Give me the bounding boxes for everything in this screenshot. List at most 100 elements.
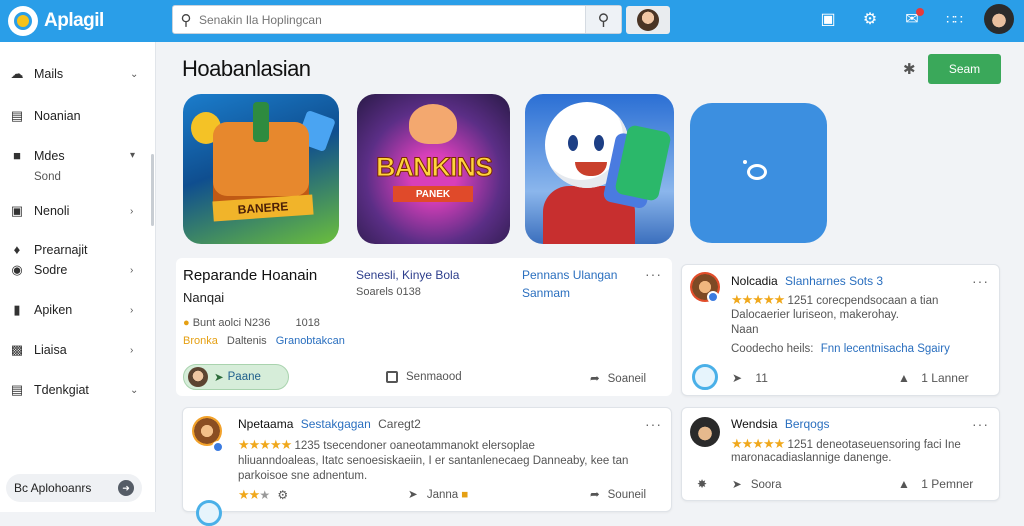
- sidebar-item-sodre[interactable]: ◉ Sodre ›: [0, 262, 150, 278]
- tile-art-shape: [253, 102, 269, 142]
- sidebar-item-label: Tdenkgiat: [34, 383, 89, 397]
- sidebar-item-label: Apiken: [34, 303, 73, 317]
- more-options-icon[interactable]: ···: [972, 416, 989, 432]
- game-tile-1[interactable]: BANERE: [183, 94, 339, 244]
- sidebar-item-mdes[interactable]: ■ Mdes ▾: [0, 148, 150, 163]
- sidebar-item-noanian[interactable]: ▤ Noanian: [0, 108, 150, 124]
- calendar-icon[interactable]: ▣: [816, 7, 840, 31]
- close-icon[interactable]: ✱: [903, 60, 916, 78]
- game-tile-3[interactable]: [525, 94, 674, 244]
- chevron-down-icon[interactable]: ▾: [130, 150, 150, 161]
- sidebar-item-label: Prearnajit: [34, 242, 88, 257]
- game-title[interactable]: Reparande Hoanain: [183, 267, 317, 284]
- search-button[interactable]: ⚲: [585, 6, 621, 33]
- sidebar-scrollbar[interactable]: [151, 154, 154, 226]
- reply-action[interactable]: ➤ Soora: [732, 477, 782, 491]
- share-icon: ➦: [590, 373, 600, 385]
- user-avatar[interactable]: [984, 4, 1014, 34]
- like-count: 1: [921, 477, 928, 491]
- sidebar-item-liaisa[interactable]: ▩ Liaisa ›: [0, 342, 150, 358]
- sidebar-item-nenoli[interactable]: ▣ Nenoli ›: [0, 203, 150, 219]
- like-action[interactable]: ▲ 1 Lanner: [898, 371, 969, 385]
- review-header: Nolcadia Slanharnes Sots 3: [731, 274, 883, 288]
- pin-icon: ♦: [13, 242, 21, 257]
- search-icon: ⚲: [180, 11, 192, 29]
- sidebar-item-label: Mails: [34, 67, 64, 81]
- sidebar-subitem[interactable]: Sond: [34, 171, 61, 183]
- reviewer-tag[interactable]: Sestakgagan: [301, 417, 371, 431]
- rating-count: 1251: [787, 439, 814, 451]
- apps-grid-icon[interactable]: ∷∷: [942, 7, 966, 31]
- more-options-icon[interactable]: ···: [645, 266, 662, 282]
- sidebar-item-label: Mdes: [34, 148, 65, 163]
- chevron-down-icon[interactable]: ⌄: [130, 385, 150, 396]
- game-meta-row: Bronka Daltenis Granobtakcan: [183, 335, 345, 347]
- sidebar-item-tdenkgiat[interactable]: ▤ Tdenkgiat ⌄: [0, 382, 150, 398]
- reviewer-tag[interactable]: Slanharnes Sots 3: [785, 274, 883, 288]
- location-icon: ◉: [11, 262, 23, 277]
- chevron-right-icon[interactable]: ›: [130, 305, 150, 316]
- review-rating-small: ★★★ ⚙: [238, 487, 288, 503]
- rating-stars-icon: ★★★★★: [731, 436, 785, 451]
- like-action[interactable]: ▲ 1 Pemner: [898, 477, 973, 491]
- settings-icon[interactable]: ⚙: [858, 7, 882, 31]
- reply-action[interactable]: ➤ 11: [732, 371, 768, 385]
- reviewer-name[interactable]: Npetaama: [238, 417, 293, 431]
- review-footer: Coodecho heils: Fnn lecentnisacha Sgairy: [731, 343, 950, 355]
- meta-link[interactable]: Granobtakcan: [276, 335, 345, 347]
- game-title[interactable]: Senesli, Kinye Bola: [356, 268, 459, 282]
- meta-value: N236: [244, 317, 271, 329]
- reply-icon: ➤: [732, 479, 742, 491]
- share-action[interactable]: ➦ Souneil: [590, 487, 646, 501]
- review-footer-link[interactable]: Fnn lecentnisacha Sgairy: [821, 343, 950, 355]
- mid-action[interactable]: ➤ Janna ■: [408, 487, 468, 501]
- chevron-down-icon[interactable]: ⌄: [130, 69, 150, 80]
- app-icon[interactable]: [196, 500, 222, 526]
- tile-art-face: [545, 102, 629, 188]
- meta-tag[interactable]: Bronka: [183, 335, 218, 347]
- chevron-right-icon[interactable]: ›: [130, 345, 150, 356]
- share-icon[interactable]: ⚙: [277, 488, 288, 502]
- chevron-right-icon[interactable]: ›: [130, 206, 150, 217]
- share-action[interactable]: ➦ Soaneil: [590, 371, 646, 385]
- sidebar-item-mails[interactable]: ☁ Mails ⌄: [0, 66, 150, 82]
- sidebar-bottom-label: Bc Aplohoanrs: [14, 481, 92, 495]
- search-input[interactable]: [199, 12, 585, 27]
- game-tile-4[interactable]: [690, 103, 827, 243]
- more-options-icon[interactable]: ···: [645, 416, 662, 432]
- gear-icon[interactable]: ✸: [697, 477, 707, 491]
- verified-badge-icon: [707, 291, 719, 303]
- game-title[interactable]: Pennans Ulangan: [522, 268, 617, 282]
- primary-action-button[interactable]: Seam: [928, 54, 1001, 84]
- tile-art-character: [409, 104, 457, 144]
- tile-art-mouth: [575, 162, 607, 176]
- notification-icon[interactable]: ✉: [900, 7, 924, 31]
- reviewer-name[interactable]: Nolcadia: [731, 274, 778, 288]
- reviewer-avatar[interactable]: [690, 417, 720, 447]
- coin-icon: ●: [183, 317, 190, 329]
- reviewer-name[interactable]: Wendsia: [731, 417, 777, 431]
- chevron-right-icon[interactable]: ›: [130, 265, 150, 276]
- sidebar-item-prearnajit[interactable]: ♦ Prearnajit: [0, 242, 150, 257]
- sidebar-bottom-button[interactable]: Bc Aplohoanrs ➜: [6, 474, 142, 502]
- sidebar-item-label: Liaisa: [34, 343, 67, 357]
- mid-action[interactable]: Senmaood: [386, 371, 462, 383]
- top-bar: Aplagil ⚲ ⚲ ▣ ⚙ ✉ ∷∷: [0, 0, 1024, 42]
- sidebar-item-apiken[interactable]: ▮ Apiken ›: [0, 302, 150, 318]
- player-chip[interactable]: ➤ Paane: [183, 364, 289, 390]
- app-icon[interactable]: [692, 364, 718, 390]
- arrow-right-icon: ➜: [118, 480, 134, 496]
- profile-chip[interactable]: [626, 6, 670, 34]
- search-bar[interactable]: ⚲ ⚲: [172, 5, 622, 34]
- game-tile-2[interactable]: BANKINS PANEK: [357, 94, 510, 244]
- verified-badge-icon: [212, 441, 224, 453]
- reply-count: 11: [755, 371, 768, 385]
- sidebar-item-label: Sodre: [34, 263, 68, 277]
- brand-logo[interactable]: Aplagil: [8, 6, 104, 36]
- rating-count: 1235: [294, 440, 321, 452]
- review-rating-row: ★★★★★ 1235 tsecendoner oaneotammanokt el…: [238, 437, 535, 453]
- app-logo-dot: [743, 160, 747, 164]
- meta-tag[interactable]: Daltenis: [227, 335, 267, 347]
- more-options-icon[interactable]: ···: [972, 273, 989, 289]
- reviewer-tag[interactable]: Berqogs: [785, 417, 830, 431]
